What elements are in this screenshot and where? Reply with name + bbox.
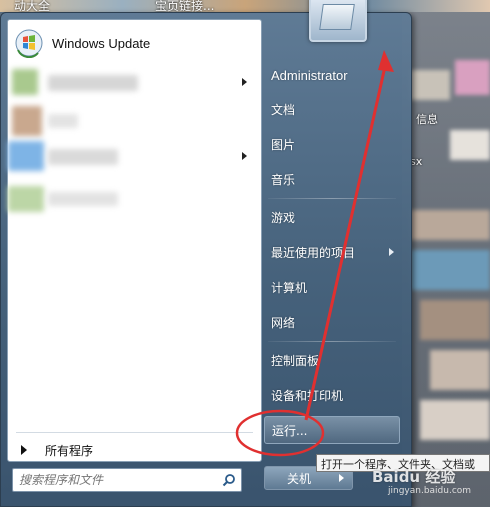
- user-account-picture[interactable]: [309, 0, 367, 42]
- watermark-logo: Baidu 经验: [372, 468, 456, 486]
- right-item-devices-printers[interactable]: 设备和打印机: [264, 382, 402, 408]
- desktop-icon-label: 信息: [416, 113, 438, 126]
- desktop-wallpaper-patch: [410, 250, 490, 290]
- right-item-pictures[interactable]: 图片: [264, 131, 402, 157]
- desktop-icon-blurred[interactable]: [410, 210, 490, 240]
- right-item-label: 图片: [271, 137, 296, 152]
- right-item-label: 设备和打印机: [271, 388, 344, 403]
- run-button[interactable]: 运行...: [264, 416, 400, 444]
- right-item-label: 控制面板: [271, 353, 320, 368]
- desktop-icon-blurred[interactable]: [450, 130, 490, 160]
- watermark-url: jingyan.baidu.com: [388, 486, 472, 496]
- right-pane-divider: [268, 198, 396, 199]
- all-programs-label: 所有程序: [45, 443, 94, 458]
- right-item-network[interactable]: 网络: [264, 309, 402, 335]
- program-blurred[interactable]: [8, 139, 261, 173]
- right-item-label: 游戏: [271, 210, 296, 225]
- program-windows-update[interactable]: Windows Update: [12, 26, 256, 60]
- all-programs-button[interactable]: 所有程序: [14, 440, 259, 460]
- right-item-games[interactable]: 游戏: [264, 204, 402, 230]
- desktop-icon-blurred[interactable]: [420, 400, 490, 440]
- left-pane-divider: [16, 432, 253, 433]
- program-blurred[interactable]: [8, 65, 261, 99]
- desktop-icon-blurred[interactable]: [430, 350, 490, 390]
- right-item-recent-items[interactable]: 最近使用的项目: [264, 239, 402, 265]
- shutdown-label: 关机: [286, 471, 311, 486]
- right-item-label: 计算机: [271, 280, 308, 295]
- start-menu-left-pane: Windows Update 所有程序: [7, 19, 262, 462]
- expand-arrow-icon: [21, 445, 27, 455]
- user-picture-icon: [319, 4, 355, 30]
- right-item-label: 最近使用的项目: [271, 245, 356, 260]
- windows-update-icon: [14, 28, 44, 59]
- desktop-icon-blurred[interactable]: [455, 60, 490, 95]
- right-item-music[interactable]: 音乐: [264, 166, 402, 192]
- right-pane-divider: [268, 341, 396, 342]
- right-item-documents[interactable]: 文档: [264, 96, 402, 122]
- search-box[interactable]: [12, 468, 242, 492]
- user-name-label: Administrator: [271, 67, 348, 83]
- right-item-label: 网络: [271, 315, 296, 330]
- right-item-user[interactable]: Administrator: [264, 62, 402, 88]
- submenu-arrow-icon: [242, 152, 247, 160]
- search-icon[interactable]: [222, 473, 236, 487]
- submenu-arrow-icon: [242, 78, 247, 86]
- desktop-icon-blurred[interactable]: [420, 300, 490, 340]
- right-item-label: 音乐: [271, 172, 296, 187]
- right-item-control-panel[interactable]: 控制面板: [264, 347, 402, 373]
- program-blurred[interactable]: [8, 180, 261, 214]
- program-label: Windows Update: [52, 35, 151, 51]
- right-item-computer[interactable]: 计算机: [264, 274, 402, 300]
- program-blurred[interactable]: [8, 102, 261, 136]
- desktop-top-strip: 动大全 宝页链接...: [0, 0, 490, 13]
- desktop-icon-blurred[interactable]: [410, 70, 450, 100]
- submenu-arrow-icon: [389, 248, 394, 256]
- right-item-label: 文档: [271, 102, 296, 117]
- search-input[interactable]: [13, 472, 217, 488]
- chevron-right-icon: [339, 474, 344, 482]
- run-label: 运行...: [272, 423, 308, 438]
